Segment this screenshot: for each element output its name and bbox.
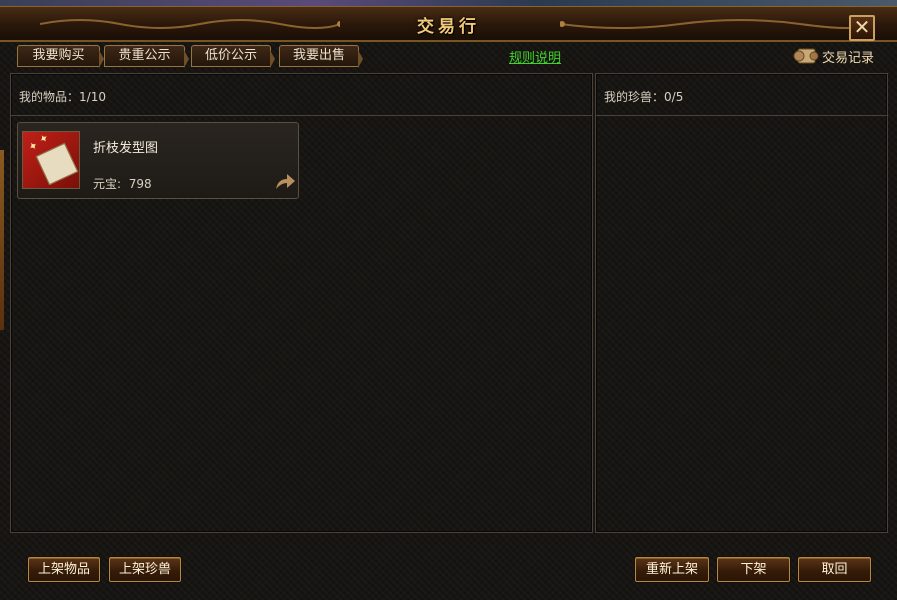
my-items-title: 我的物品： — [19, 90, 80, 104]
retrieve-button[interactable]: 取回 — [798, 557, 871, 582]
my-items-count: 1/10 — [79, 90, 106, 104]
my-pets-label: 我的珍兽：0/5 — [604, 88, 683, 105]
trade-window: 交易行 ✕ 我要购买 贵重公示 低价公示 我要出售 规则说明 交易记录 我的物品… — [0, 0, 897, 600]
item-price-label: 元宝: — [93, 177, 122, 191]
my-pets-panel: 我的珍兽：0/5 — [595, 73, 888, 533]
item-price: 元宝: 798 — [93, 175, 152, 192]
tab-valuable-notice[interactable]: 贵重公示 — [104, 45, 189, 68]
my-items-label: 我的物品：1/10 — [19, 88, 106, 105]
tab-low-price-notice[interactable]: 低价公示 — [191, 45, 275, 68]
my-pets-header: 我的珍兽：0/5 — [596, 74, 887, 116]
hairstyle-scroll-icon: ✦ ✦ — [22, 131, 80, 189]
delist-button[interactable]: 下架 — [717, 557, 790, 582]
list-pet-button[interactable]: 上架珍兽 — [109, 557, 181, 582]
item-price-value: 798 — [128, 177, 152, 191]
scroll-icon — [793, 48, 819, 64]
tab-sell[interactable]: 我要出售 — [279, 45, 363, 68]
rules-link[interactable]: 规则说明 — [509, 47, 561, 66]
tab-buy[interactable]: 我要购买 — [17, 45, 104, 68]
item-name: 折枝发型图 — [93, 141, 159, 156]
title-bar: 交易行 ✕ — [0, 6, 897, 42]
my-items-header: 我的物品：1/10 — [11, 74, 592, 116]
relist-button[interactable]: 重新上架 — [635, 557, 709, 582]
list-item[interactable]: ✦ ✦ 折枝发型图 元宝: 798 — [17, 122, 299, 199]
my-pets-title: 我的珍兽： — [604, 90, 665, 104]
list-item-button[interactable]: 上架物品 — [28, 557, 100, 582]
close-button[interactable]: ✕ — [849, 15, 875, 41]
my-pets-count: 0/5 — [664, 90, 684, 104]
title-ornament-right-icon — [560, 19, 860, 29]
side-decoration — [0, 150, 4, 330]
share-arrow-icon[interactable] — [273, 171, 297, 191]
trade-records-label: 交易记录 — [822, 51, 875, 66]
